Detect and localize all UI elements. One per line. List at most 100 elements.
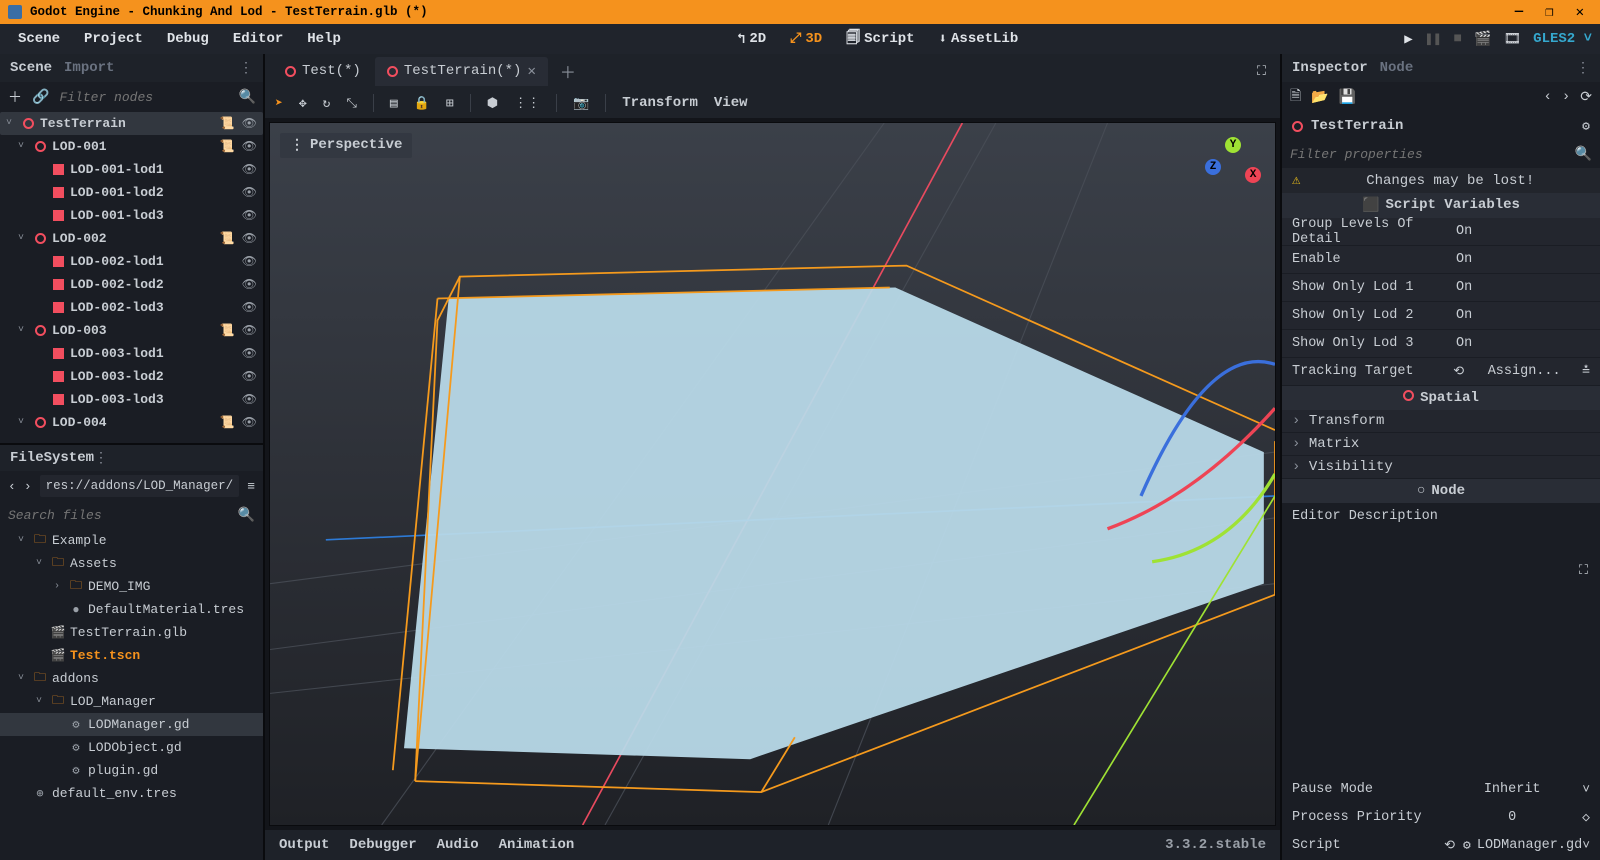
menu-editor[interactable]: Editor xyxy=(223,27,293,51)
scene-node-LOD-002-lod2[interactable]: LOD-002-lod2👁 xyxy=(0,273,263,296)
orientation-gizmo[interactable]: Y X Z xyxy=(1205,137,1261,193)
revert-icon[interactable]: ⟲ xyxy=(1453,364,1464,379)
scene-dock-menu[interactable]: ⋮ xyxy=(239,60,253,77)
fs-item-LODManager.gd[interactable]: ⚙LODManager.gd xyxy=(0,713,263,736)
snap-tool-icon[interactable]: ⬢ xyxy=(487,96,498,111)
fs-item-DEMO_IMG[interactable]: ›🗀DEMO_IMG xyxy=(0,575,263,598)
editor-description[interactable]: Editor Description xyxy=(1282,503,1600,530)
group-tool-icon[interactable]: ⊞ xyxy=(446,96,454,111)
close-button[interactable]: ✕ xyxy=(1576,4,1584,21)
stop-button[interactable]: ■ xyxy=(1454,31,1462,47)
distraction-free-button[interactable]: ⛶ xyxy=(1257,64,1266,79)
save-resource-icon[interactable]: 💾 xyxy=(1339,89,1356,106)
scene-node-LOD-003-lod3[interactable]: LOD-003-lod3👁 xyxy=(0,388,263,411)
panel-output[interactable]: Output xyxy=(279,837,329,853)
rotate-tool-icon[interactable]: ↻ xyxy=(323,96,331,111)
filter-props-icon[interactable]: 🔍 xyxy=(1575,146,1592,163)
play-scene-button[interactable]: 🎬 xyxy=(1474,31,1491,48)
close-tab-icon[interactable]: ✕ xyxy=(527,63,535,80)
fs-item-LOD_Manager[interactable]: ˅🗀LOD_Manager xyxy=(0,690,263,713)
move-tool-icon[interactable]: ✥ xyxy=(299,96,307,111)
transform-menu[interactable]: Transform xyxy=(622,95,698,111)
section-transform[interactable]: Transform xyxy=(1282,410,1600,432)
split-mode-button[interactable]: ≡ xyxy=(247,479,255,494)
filter-nodes-input[interactable] xyxy=(59,90,228,105)
panel-animation[interactable]: Animation xyxy=(499,837,575,853)
scene-node-LOD-003-lod1[interactable]: LOD-003-lod1👁 xyxy=(0,342,263,365)
scene-tab-1[interactable]: TestTerrain(*)✕ xyxy=(375,57,548,86)
lock-tool-icon[interactable]: 🔒 xyxy=(414,96,430,111)
scene-node-LOD-001[interactable]: ˅LOD-001📜 👁 xyxy=(0,135,263,158)
nav-forward-button[interactable]: › xyxy=(24,479,32,494)
scene-node-LOD-004[interactable]: ˅LOD-004📜 👁 xyxy=(0,411,263,434)
menu-scene[interactable]: Scene xyxy=(8,27,70,51)
nav-back-button[interactable]: ‹ xyxy=(8,479,16,494)
3d-viewport[interactable]: ⋮Perspective xyxy=(269,122,1276,826)
scene-node-LOD-001-lod3[interactable]: LOD-001-lod3👁 xyxy=(0,204,263,227)
fs-item-LODObject.gd[interactable]: ⚙LODObject.gd xyxy=(0,736,263,759)
view-menu[interactable]: View xyxy=(714,95,748,111)
node-tools-icon[interactable]: ⚙ xyxy=(1582,119,1590,134)
scene-tree[interactable]: ˅TestTerrain📜 👁˅LOD-001📜 👁LOD-001-lod1👁L… xyxy=(0,112,263,443)
prop-show-only-lod-1[interactable]: Show Only Lod 1On xyxy=(1282,274,1600,301)
camera-tool-icon[interactable]: 📷 xyxy=(573,96,589,111)
search-icon[interactable]: 🔍 xyxy=(238,89,255,106)
menu-help[interactable]: Help xyxy=(297,27,351,51)
filesystem-tree[interactable]: ˅🗀Example˅🗀Assets›🗀DEMO_IMG●DefaultMater… xyxy=(0,529,263,860)
fs-item-default_env.tres[interactable]: ⊕default_env.tres xyxy=(0,782,263,805)
prop-process-priority[interactable]: Process Priority 0 ◇ xyxy=(1282,804,1600,831)
path-display[interactable]: res://addons/LOD_Manager/ xyxy=(40,475,240,497)
fs-item-DefaultMaterial.tres[interactable]: ●DefaultMaterial.tres xyxy=(0,598,263,621)
scene-tab[interactable]: Scene xyxy=(10,60,52,76)
filesystem-menu[interactable]: ⋮ xyxy=(94,450,108,467)
scene-tab-0[interactable]: Test(*) xyxy=(273,57,373,85)
section-visibility[interactable]: Visibility xyxy=(1282,456,1600,478)
axis-x[interactable]: X xyxy=(1245,167,1261,183)
prop-tracking-target[interactable]: Tracking Target ⟲ Assign... ≛ xyxy=(1282,358,1600,385)
scene-node-LOD-001-lod1[interactable]: LOD-001-lod1👁 xyxy=(0,158,263,181)
scene-node-TestTerrain[interactable]: ˅TestTerrain📜 👁 xyxy=(0,112,263,135)
filesystem-tab[interactable]: FileSystem xyxy=(10,450,94,466)
snap-config-icon[interactable]: ⋮⋮ xyxy=(514,96,540,111)
fs-item-TestTerrain.glb[interactable]: 🎬TestTerrain.glb xyxy=(0,621,263,644)
prop-group-levels-of-detail[interactable]: Group Levels Of DetailOn xyxy=(1282,218,1600,245)
new-resource-icon[interactable]: 🗎 xyxy=(1290,85,1301,109)
fs-item-Assets[interactable]: ˅🗀Assets xyxy=(0,552,263,575)
open-resource-icon[interactable]: 📂 xyxy=(1311,89,1328,106)
history-back-icon[interactable]: ‹ xyxy=(1543,89,1551,105)
pause-button[interactable]: ❚❚ xyxy=(1425,31,1442,48)
search-files-input[interactable] xyxy=(8,508,228,523)
inspector-tab[interactable]: Inspector xyxy=(1292,60,1368,76)
add-tab-button[interactable]: ＋ xyxy=(550,59,586,83)
panel-debugger[interactable]: Debugger xyxy=(349,837,416,853)
assign-dropdown-icon[interactable]: ≛ xyxy=(1582,364,1590,379)
node-tab[interactable]: Node xyxy=(1380,60,1414,76)
panel-audio[interactable]: Audio xyxy=(437,837,479,853)
history-fwd-icon[interactable]: › xyxy=(1562,89,1570,105)
scene-node-LOD-001-lod2[interactable]: LOD-001-lod2👁 xyxy=(0,181,263,204)
instance-button[interactable]: 🔗 xyxy=(32,89,49,106)
mode-assetlib[interactable]: ⬇ AssetLib xyxy=(931,25,1027,53)
scene-node-LOD-002-lod1[interactable]: LOD-002-lod1👁 xyxy=(0,250,263,273)
scene-node-LOD-003-lod2[interactable]: LOD-003-lod2👁 xyxy=(0,365,263,388)
fs-item-Example[interactable]: ˅🗀Example xyxy=(0,529,263,552)
filter-properties-input[interactable] xyxy=(1290,147,1565,162)
scene-node-LOD-003[interactable]: ˅LOD-003📜 👁 xyxy=(0,319,263,342)
search-files-icon[interactable]: 🔍 xyxy=(238,507,255,524)
fs-item-addons[interactable]: ˅🗀addons xyxy=(0,667,263,690)
prop-enable[interactable]: EnableOn xyxy=(1282,246,1600,273)
scale-tool-icon[interactable]: ⤡ xyxy=(346,96,356,111)
list-tool-icon[interactable]: ▤ xyxy=(390,96,398,111)
play-button[interactable]: ▶ xyxy=(1404,31,1412,48)
prop-show-only-lod-2[interactable]: Show Only Lod 2On xyxy=(1282,302,1600,329)
scene-node-LOD-002[interactable]: ˅LOD-002📜 👁 xyxy=(0,227,263,250)
menu-debug[interactable]: Debug xyxy=(157,27,219,51)
minimize-button[interactable]: — xyxy=(1515,4,1523,21)
axis-y[interactable]: Y xyxy=(1225,137,1241,153)
maximize-button[interactable]: ❐ xyxy=(1545,4,1553,21)
prop-show-only-lod-3[interactable]: Show Only Lod 3On xyxy=(1282,330,1600,357)
expand-view-icon[interactable]: ⛶ xyxy=(1579,563,1588,578)
fs-item-Test.tscn[interactable]: 🎬Test.tscn xyxy=(0,644,263,667)
axis-z[interactable]: Z xyxy=(1205,159,1221,175)
add-node-button[interactable]: ＋ xyxy=(8,87,22,107)
